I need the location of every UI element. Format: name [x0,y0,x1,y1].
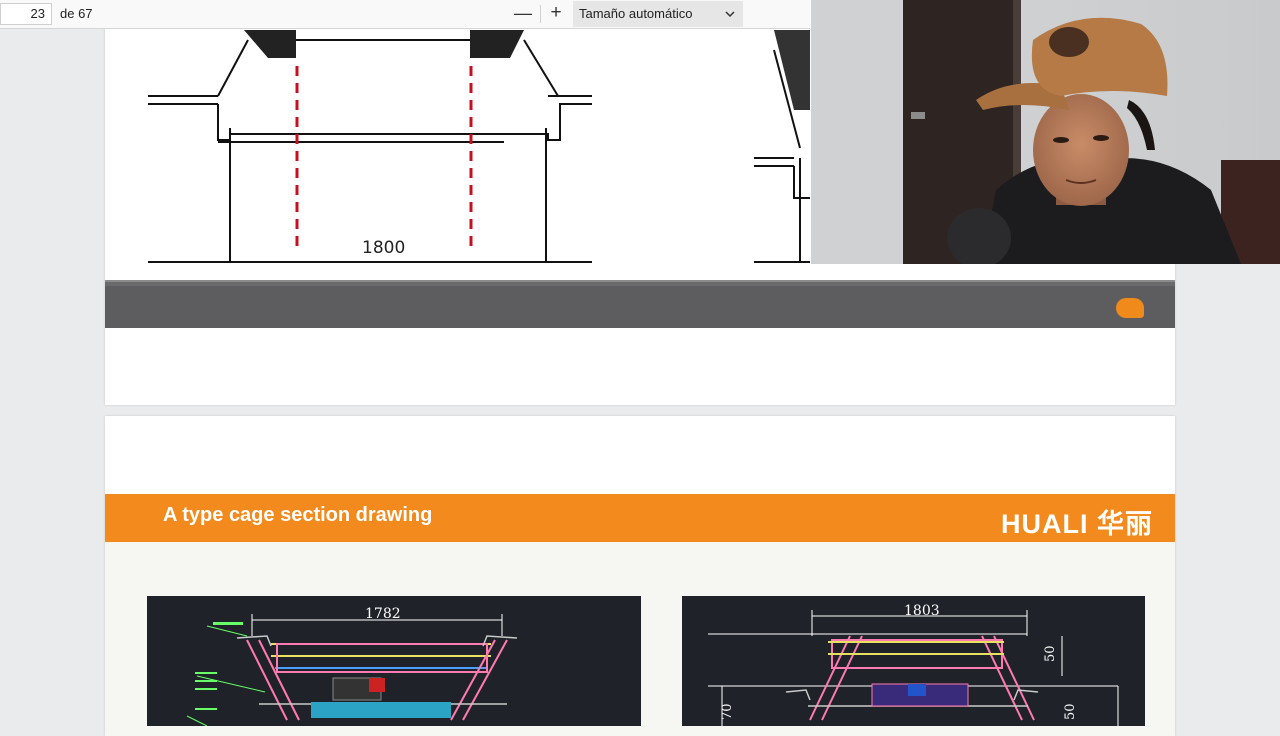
cad-right-side-dim-3: 50 [1063,703,1078,720]
chevron-down-icon [725,1,735,37]
pdf-page-23: A type cage section drawing HUALI 华丽 178… [105,416,1175,736]
webcam-overlay [811,0,1280,264]
cap-logo [1049,27,1089,57]
banner-title: A type cage section drawing [163,504,433,526]
cage-drawing-left: 1800 [148,30,592,268]
cad-right-dimension: 1803 [904,603,940,619]
zoom-in-button[interactable]: + [545,2,567,26]
drawing-dimension-label: 1800 [362,238,405,258]
page-total-label: de 67 [60,6,93,21]
toolbar-separator [540,5,541,23]
cad-left-dimension: 1782 [365,606,401,622]
cad-right-side-dim-2: 70 [720,703,735,720]
cage-drawing-right [754,30,810,268]
page-number-input[interactable]: 23 [0,3,52,25]
pdf-toolbar: 23 de 67 — + Tamaño automático [0,0,810,29]
section-banner: A type cage section drawing HUALI 华丽 [105,494,1175,542]
zoom-select[interactable]: Tamaño automático [573,1,743,27]
cad-drawing-right: 1803 50 70 50 [682,596,1145,726]
zoom-out-button[interactable]: — [512,2,534,26]
zoom-select-value: Tamaño automático [579,6,693,21]
page-footer-bar [105,282,1175,328]
cad-right-side-dim-1: 50 [1043,645,1058,662]
cad-drawing-left: 1782 [147,596,641,726]
page-header-space [105,416,1175,494]
huali-logo: HUALI 华丽 [1001,509,1153,539]
footer-logo-mark [1116,298,1144,318]
